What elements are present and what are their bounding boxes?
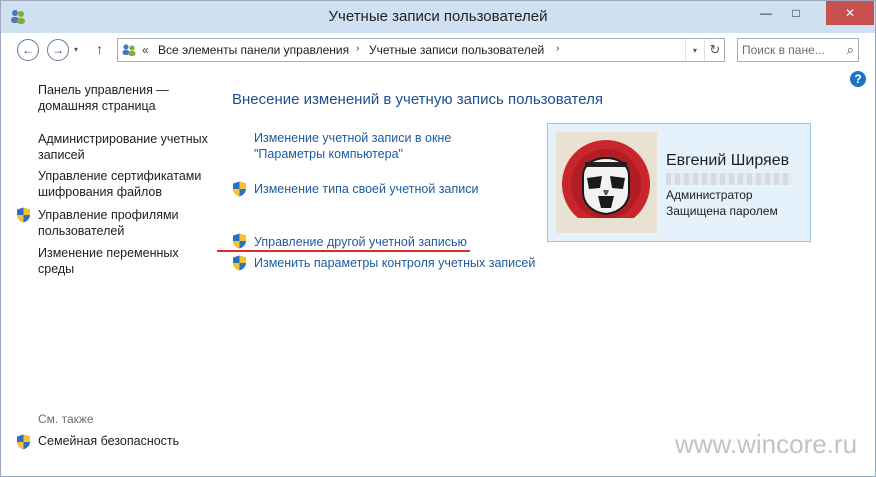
family-safety-link[interactable]: Семейная безопасность [38, 434, 179, 448]
search-icon[interactable]: ⌕ [847, 42, 854, 58]
uac-shield-icon [17, 434, 30, 450]
window-title: Учетные записи пользователей [328, 8, 548, 25]
close-icon: ✕ [844, 6, 856, 20]
search-box[interactable]: ⌕ [737, 38, 859, 62]
see-also-label: См. также [38, 412, 94, 426]
minimize-icon: — [760, 6, 772, 20]
maximize-icon: □ [792, 6, 800, 20]
uac-shield-icon [233, 181, 246, 197]
annotation-underline [217, 250, 470, 252]
manage-accounts-link[interactable]: Администрирование учетных записей [38, 131, 210, 163]
left-task-pane: Панель управления — домашняя страница Ад… [1, 67, 211, 476]
title-bar: Учетные записи пользователей — □ ✕ [1, 1, 875, 33]
chevron-down-icon: ▾ [692, 45, 697, 55]
maximize-button[interactable]: □ [781, 1, 811, 25]
help-button[interactable]: ? [850, 71, 866, 87]
user-account-card: Евгений Ширяев Администратор Защищена па… [547, 123, 811, 242]
help-icon: ? [854, 72, 862, 86]
search-input[interactable] [742, 42, 834, 58]
recent-locations-dropdown-icon[interactable]: ▾ [74, 45, 78, 54]
control-panel-icon [122, 44, 136, 56]
close-button[interactable]: ✕ [826, 1, 874, 25]
change-account-type-link[interactable]: Изменение типа своей учетной записи [254, 181, 478, 197]
manage-another-account-link[interactable]: Управление другой учетной записью [254, 234, 467, 250]
control-panel-home-link[interactable]: Панель управления — домашняя страница [38, 82, 210, 114]
user-role: Администратор [666, 188, 753, 202]
user-name: Евгений Ширяев [666, 152, 790, 169]
manage-encryption-certificates-link[interactable]: Управление сертификатами шифрования файл… [38, 168, 210, 200]
environment-variables-link[interactable]: Изменение переменных среды [38, 245, 210, 277]
address-dropdown-button[interactable]: ▾ [685, 39, 704, 61]
uac-settings-link[interactable]: Изменить параметры контроля учетных запи… [254, 255, 535, 271]
up-arrow-icon[interactable]: ↑ [96, 41, 103, 57]
uac-shield-icon [233, 233, 246, 249]
address-bar[interactable]: « Все элементы панели управления › Учетн… [117, 38, 725, 62]
back-button[interactable]: ← [17, 39, 39, 61]
refresh-button[interactable]: ↻ [704, 39, 725, 61]
forward-arrow-icon: → [52, 43, 64, 57]
control-panel-window: Учетные записи пользователей — □ ✕ ← → ▾… [0, 0, 876, 477]
forward-button[interactable]: → [47, 39, 69, 61]
breadcrumb-user-accounts[interactable]: Учетные записи пользователей [369, 43, 544, 57]
breadcrumb-overflow-icon[interactable]: « [142, 43, 149, 57]
user-avatar [556, 132, 657, 233]
user-email-redacted [666, 173, 792, 185]
uac-shield-icon [233, 255, 246, 271]
watermark: www.wincore.ru [675, 429, 858, 459]
back-arrow-icon: ← [22, 43, 34, 57]
breadcrumb-separator-icon[interactable]: › [356, 43, 359, 54]
refresh-icon: ↻ [709, 42, 721, 57]
minimize-button[interactable]: — [751, 1, 781, 25]
page-heading: Внесение изменений в учетную запись поль… [232, 91, 603, 108]
uac-shield-icon [17, 207, 30, 223]
navigation-bar: ← → ▾ ↑ « Все элементы панели управления… [1, 33, 875, 67]
manage-user-profiles-link[interactable]: Управление профилями пользователей [38, 207, 210, 239]
breadcrumb-all-control-panel-items[interactable]: Все элементы панели управления [158, 43, 349, 57]
breadcrumb-separator-icon[interactable]: › [556, 43, 559, 54]
user-password-status: Защищена паролем [666, 204, 778, 218]
change-account-in-pc-settings-link[interactable]: Изменение учетной записи в окне "Парамет… [254, 130, 524, 162]
